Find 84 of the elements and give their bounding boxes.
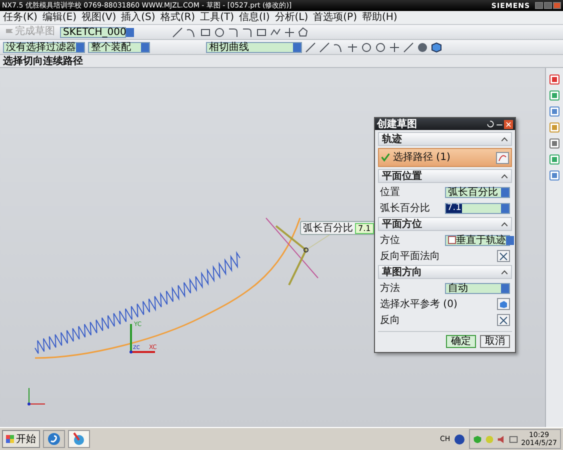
line-icon[interactable]: [172, 26, 183, 38]
circle-icon[interactable]: [214, 26, 225, 38]
field-label: 反向平面法向: [380, 250, 440, 262]
menu-item[interactable]: 信息(I): [239, 12, 270, 24]
checkmark-icon: [381, 153, 390, 162]
arc-icon[interactable]: [186, 26, 197, 38]
section-header[interactable]: 轨迹: [378, 132, 512, 146]
plus-icon[interactable]: [284, 26, 295, 38]
vector-select-button[interactable]: [497, 298, 510, 310]
collapse-icon[interactable]: [501, 220, 508, 228]
menu-item[interactable]: 任务(K): [3, 12, 38, 24]
collapse-icon[interactable]: [501, 268, 508, 276]
plus-icon[interactable]: [389, 42, 400, 52]
rectangle-icon[interactable]: [256, 26, 267, 38]
circle-icon[interactable]: [375, 42, 386, 52]
speaker-icon[interactable]: [497, 434, 506, 444]
section-title: 平面方位: [382, 218, 422, 230]
windows-logo-icon: [6, 435, 14, 443]
section-title: 草图方向: [382, 266, 422, 278]
scope-dropdown[interactable]: 整个装配: [88, 42, 150, 52]
resource-tab-icon[interactable]: [549, 74, 560, 85]
spline-icon[interactable]: [270, 26, 281, 38]
close-icon[interactable]: [504, 120, 513, 128]
rectangle-icon[interactable]: [200, 26, 211, 38]
resource-tab-icon[interactable]: [549, 138, 560, 149]
reverse-button[interactable]: [497, 314, 510, 326]
number-field[interactable]: 7.1: [445, 202, 510, 214]
field-label: 选择水平参考 (0): [380, 298, 458, 310]
dropdown[interactable]: 自动: [445, 282, 510, 294]
curve-select-button[interactable]: [496, 152, 509, 164]
arc-length-handle[interactable]: 弧长百分比 7.1: [300, 221, 375, 235]
field-label: 反向: [380, 314, 400, 326]
taskbar-app-button[interactable]: [43, 430, 65, 448]
menu-item[interactable]: 分析(L): [274, 12, 308, 24]
menu-item[interactable]: 插入(S): [121, 12, 156, 24]
taskbar-app-button[interactable]: [68, 430, 90, 448]
menu-item[interactable]: 工具(T): [200, 12, 234, 24]
menu-item[interactable]: 视图(V): [82, 12, 116, 24]
section-header[interactable]: 草图方向: [378, 265, 512, 279]
section-title: 平面位置: [382, 170, 422, 182]
line-icon[interactable]: [403, 42, 414, 52]
polygon-icon[interactable]: [298, 26, 309, 38]
corner-icon[interactable]: [242, 26, 253, 38]
dropdown[interactable]: 弧长百分比: [445, 186, 510, 198]
resource-tab-icon[interactable]: [549, 154, 560, 165]
prompt-text: 选择切向连续路径: [3, 56, 83, 66]
corner-icon[interactable]: [228, 26, 239, 38]
selection-label: 选择路径 (1): [393, 152, 450, 163]
collapse-icon[interactable]: [501, 136, 508, 142]
menu-item[interactable]: 编辑(E): [42, 12, 76, 24]
reverse-button[interactable]: [497, 250, 510, 262]
field-label: 方法: [380, 282, 400, 294]
field-label: 方位: [380, 234, 400, 246]
dialog-button[interactable]: 取消: [480, 335, 510, 348]
menu-item[interactable]: 帮助(H): [362, 12, 398, 24]
section-header[interactable]: 平面位置: [378, 169, 512, 183]
section-header[interactable]: 平面方位: [378, 217, 512, 231]
reset-icon[interactable]: [486, 120, 495, 128]
menu-item[interactable]: 格式(R): [160, 12, 196, 24]
section-title: 轨迹: [382, 134, 402, 144]
circle-icon[interactable]: [361, 42, 372, 52]
handle-value-field[interactable]: 7.1: [355, 222, 374, 234]
start-button[interactable]: 开始: [2, 430, 40, 448]
menu-item[interactable]: 首选项(P): [313, 12, 357, 24]
line-icon[interactable]: [305, 42, 316, 52]
handle-label: 弧长百分比: [303, 222, 353, 234]
cross-icon[interactable]: [347, 42, 358, 52]
line-icon[interactable]: [319, 42, 330, 52]
resource-tab-icon[interactable]: [549, 122, 560, 133]
network-icon[interactable]: [509, 434, 518, 444]
absolute-triad: [28, 388, 46, 406]
filter-dropdown[interactable]: 没有选择过滤器: [3, 42, 85, 52]
resource-tab-icon[interactable]: [549, 170, 560, 181]
field-label: 位置: [380, 186, 400, 198]
resource-tab-icon[interactable]: [549, 106, 560, 117]
selection-row[interactable]: 选择路径 (1): [378, 148, 512, 167]
field-label: 弧长百分比: [380, 202, 430, 214]
resource-tab-icon[interactable]: [549, 90, 560, 101]
curve-rule-dropdown[interactable]: 相切曲线: [206, 42, 302, 52]
sphere-icon[interactable]: [417, 42, 428, 52]
arc-icon[interactable]: [333, 42, 344, 52]
dialog-title: 创建草图: [377, 118, 418, 130]
collapse-icon[interactable]: [501, 172, 508, 180]
dialog-button[interactable]: 确定: [446, 335, 476, 348]
